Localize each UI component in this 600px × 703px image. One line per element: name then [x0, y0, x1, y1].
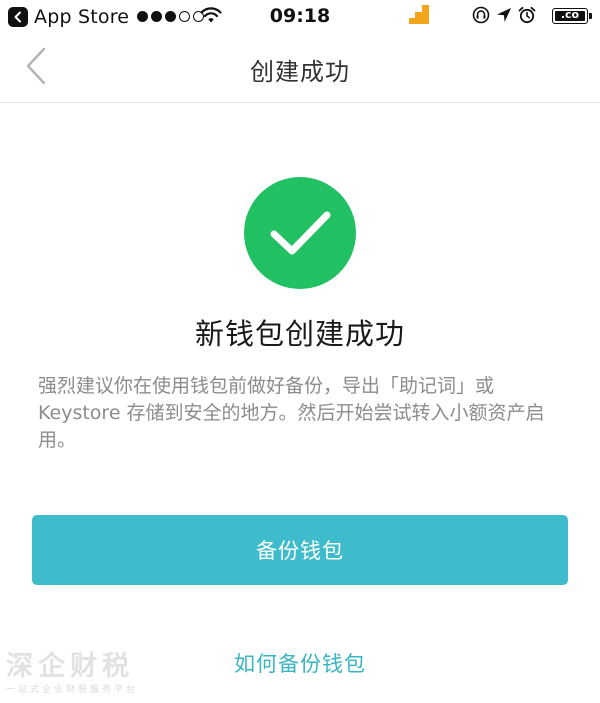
backup-wallet-button[interactable]: 备份钱包	[32, 515, 568, 585]
status-icons	[472, 6, 536, 28]
battery-icon: .co	[552, 8, 592, 24]
location-arrow-icon	[496, 7, 512, 27]
orange-app-icon	[409, 5, 429, 29]
check-circle-icon	[244, 177, 356, 289]
navigation-bar: 创建成功	[0, 34, 600, 103]
watermark-title: 深企财税	[6, 651, 134, 682]
status-bar: App Store 09:18 .co	[0, 0, 600, 34]
alarm-icon	[518, 6, 536, 28]
battery-watermark-text: .co	[560, 8, 580, 21]
page-title: 创建成功	[250, 58, 350, 86]
success-title: 新钱包创建成功	[194, 317, 405, 351]
headphone-icon	[472, 6, 490, 28]
watermark: 深企财税 一站式企业财税服务平台	[6, 651, 156, 696]
backup-notice: 强烈建议你在使用钱包前做好备份，导出「助记词」或 Keystore 存储到安全的…	[38, 375, 545, 451]
watermark-subtitle: 一站式企业财税服务平台	[6, 685, 139, 695]
